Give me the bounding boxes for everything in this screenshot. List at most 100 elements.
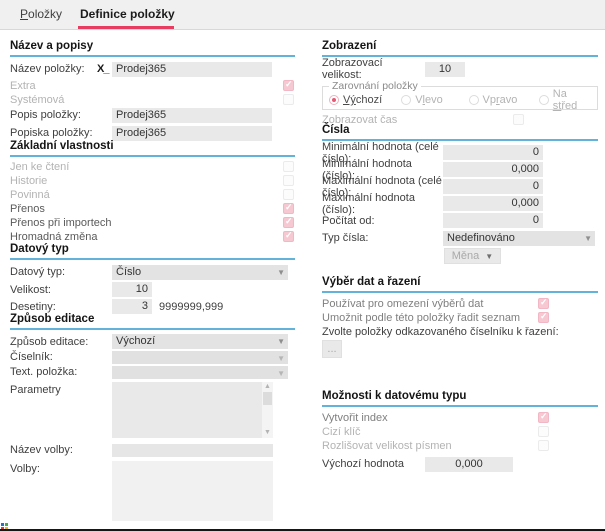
prenos-checkbox[interactable]: [283, 203, 294, 214]
nazev-polozky-input[interactable]: Prodej365: [112, 62, 272, 77]
active-tab-indicator: [78, 26, 174, 29]
scroll-down-icon[interactable]: ▼: [262, 428, 273, 438]
checkbox-label: Povinná: [10, 189, 283, 201]
desetiny-input[interactable]: 3: [112, 299, 152, 314]
zpusob-editace-dropdown[interactable]: Výchozí▼: [112, 334, 288, 349]
field-popiska-polozky: Popiska položky: Prodej365: [10, 125, 295, 141]
max-hodnota-cislo-input[interactable]: 0,000: [443, 196, 543, 211]
radio-vpravo[interactable]: Vpravo: [469, 94, 539, 106]
zvolte-label-row: Zvolte položky odkazovaného číselníku k …: [322, 325, 598, 338]
section-title: Název a popisy: [10, 40, 295, 57]
field-label: Velikost:: [10, 284, 112, 296]
min-hodnota-cislo-input[interactable]: 0,000: [443, 162, 543, 177]
section-title: Čísla: [322, 124, 598, 141]
choose-sort-items-button[interactable]: ...: [322, 340, 342, 358]
field-nazev-volby: Název volby:: [10, 443, 295, 457]
min-hodnota-cele-input[interactable]: 0: [443, 145, 543, 160]
umoznit-checkbox[interactable]: [538, 312, 549, 323]
checkbox-label: Rozlišovat velikost písmen: [322, 440, 538, 452]
checkbox-row-pouzivat: Používat pro omezení výběrů dat: [322, 297, 598, 310]
pouzivat-checkbox[interactable]: [538, 298, 549, 309]
field-volby: Volby:: [10, 461, 295, 521]
text-polozka-dropdown[interactable]: ▼: [112, 366, 288, 379]
radio-vlevo[interactable]: Vlevo: [401, 94, 468, 106]
povinna-checkbox[interactable]: [283, 189, 294, 200]
rozlisovat-checkbox[interactable]: [538, 440, 549, 451]
field-label: Způsob editace:: [10, 336, 112, 348]
checkbox-label: Umožnit podle této položky řadit seznam: [322, 312, 538, 324]
scrollbar-thumb[interactable]: [263, 392, 272, 405]
field-ciselnik: Číselník: ▼: [10, 350, 295, 364]
field-label: Zobrazovací velikost:: [322, 57, 425, 81]
field-popis-polozky: Popis položky: Prodej365: [10, 107, 295, 123]
checkbox-row-povinna: Povinná: [10, 188, 295, 201]
vychozi-hodnota-input[interactable]: 0,000: [425, 457, 513, 472]
checkbox-row-vytvorit-index: Vytvořit index: [322, 411, 598, 424]
section-title: Základní vlastnosti: [10, 140, 295, 157]
section-zpusob-editace: Způsob editace Způsob editace: Výchozí▼ …: [10, 313, 295, 523]
field-zobrazovaci-velikost: Zobrazovací velikost: 10: [322, 61, 598, 77]
section-nazev-a-popisy: Název a popisy Název položky: X_ Prodej3…: [10, 40, 295, 143]
section-title: Datový typ: [10, 243, 295, 260]
ciselnik-dropdown[interactable]: ▼: [112, 351, 288, 364]
field-parametry: Parametry ▲ ▼: [10, 382, 295, 438]
checkbox-label: Jen ke čtení: [10, 161, 283, 173]
typ-cisla-dropdown[interactable]: Nedefinováno▼: [443, 231, 595, 246]
checkbox-row-extra: Extra: [10, 79, 295, 92]
dropdown-value: Nedefinováno: [447, 232, 515, 244]
popiska-polozky-input[interactable]: Prodej365: [112, 126, 272, 141]
field-vychozi-hodnota: Výchozí hodnota 0,000: [322, 456, 598, 472]
field-label: Číselník:: [10, 351, 112, 363]
pocitat-od-input[interactable]: 0: [443, 213, 543, 228]
vytvorit-index-checkbox[interactable]: [538, 412, 549, 423]
radio-vychozi[interactable]: Výchozí: [329, 94, 401, 106]
section-moznosti: Možnosti k datovému typu Vytvořit index …: [322, 390, 598, 474]
nazev-volby-input[interactable]: [112, 444, 273, 457]
chevron-down-icon: ▼: [277, 334, 285, 349]
datovy-typ-dropdown[interactable]: Číslo ▼: [112, 265, 288, 280]
parametry-textarea[interactable]: ▲ ▼: [112, 382, 273, 438]
checkbox-row-systemova: Systémová: [10, 93, 295, 106]
historie-checkbox[interactable]: [283, 175, 294, 186]
max-hodnota-cele-input[interactable]: 0: [443, 179, 543, 194]
field-label: Text. položka:: [10, 366, 112, 378]
right-column: Zobrazení Zobrazovací velikost: 10 Zarov…: [322, 38, 598, 531]
jen-ke-cteni-checkbox[interactable]: [283, 161, 294, 172]
volby-textarea[interactable]: [112, 461, 273, 521]
extra-checkbox[interactable]: [283, 80, 294, 91]
tab-bar: Položky Definice položky: [0, 0, 605, 30]
prenos-pri-importech-checkbox[interactable]: [283, 217, 294, 228]
radio-icon: [469, 95, 479, 105]
zobrazovaci-velikost-input[interactable]: 10: [425, 62, 465, 77]
parametry-scrollbar[interactable]: ▲ ▼: [262, 382, 273, 438]
checkbox-row-prenos: Přenos: [10, 202, 295, 215]
scroll-up-icon[interactable]: ▲: [262, 382, 273, 392]
field-label: Desetiny:: [10, 301, 112, 313]
checkbox-label: Extra: [10, 80, 112, 92]
systemova-checkbox[interactable]: [283, 94, 294, 105]
field-label: Popis položky:: [10, 109, 112, 121]
radio-selected-icon: [329, 95, 339, 105]
section-zobrazeni: Zobrazení Zobrazovací velikost: 10 Zarov…: [322, 40, 598, 127]
radio-na-stred[interactable]: Na střed: [539, 88, 593, 112]
chevron-down-icon: ▼: [277, 265, 285, 280]
field-text-polozka: Text. položka: ▼: [10, 365, 295, 379]
velikost-input[interactable]: 10: [112, 282, 152, 297]
field-label: Typ čísla:: [322, 232, 443, 244]
section-title: Možnosti k datovému typu: [322, 390, 598, 407]
dropdown-value: Číslo: [116, 266, 141, 278]
field-zpusob-editace: Způsob editace: Výchozí▼: [10, 334, 295, 349]
cizi-klic-checkbox[interactable]: [538, 426, 549, 437]
button-label: Měna: [452, 250, 480, 262]
field-label: Volby:: [10, 461, 112, 475]
tab-polozky[interactable]: Položky: [20, 7, 62, 21]
mena-button[interactable]: Měna▼: [444, 248, 501, 264]
field-nazev-polozky: Název položky: X_ Prodej365: [10, 61, 295, 77]
field-max-hodnota-cislo: Maximální hodnota (číslo): 0,000: [322, 196, 598, 211]
hromadna-zmena-checkbox[interactable]: [283, 231, 294, 242]
tab-definice-polozky[interactable]: Definice položky: [80, 7, 175, 21]
tab-definice-label: Definice položky: [80, 7, 175, 21]
field-label: Počítat od:: [322, 215, 443, 227]
field-label: Maximální hodnota (číslo):: [322, 192, 443, 216]
popis-polozky-input[interactable]: Prodej365: [112, 108, 272, 123]
